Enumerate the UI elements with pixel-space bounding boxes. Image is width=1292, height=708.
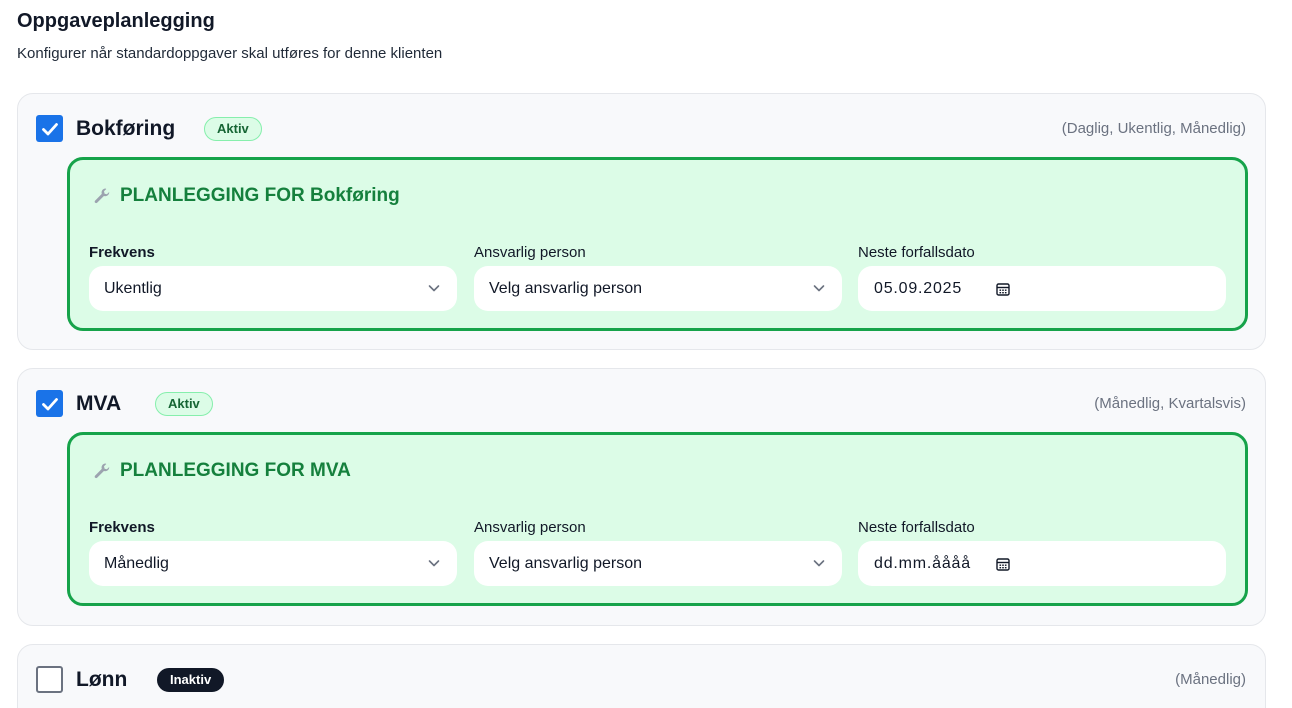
due-date-value: 05.09.2025 <box>874 280 963 297</box>
calendar-icon[interactable] <box>995 281 1011 297</box>
chevron-down-icon <box>428 560 440 567</box>
frequency-value: Ukentlig <box>104 280 162 297</box>
due-date-value: dd.mm.åååå <box>874 555 971 572</box>
planning-panel-mva: PLANLEGGING FOR MVA Frekvens Månedlig An… <box>67 432 1248 606</box>
status-badge: Aktiv <box>155 392 213 416</box>
task-name: Lønn <box>76 668 128 691</box>
task-checkbox-lonn[interactable] <box>36 666 63 693</box>
chevron-down-icon <box>428 285 440 292</box>
chevron-down-icon <box>813 560 825 567</box>
task-checkbox-bokforing[interactable] <box>36 115 63 142</box>
task-card-mva: MVA Aktiv (Månedlig, Kvartalsvis) PLANLE… <box>17 368 1266 626</box>
task-card-lonn: Lønn Inaktiv (Månedlig) <box>17 644 1266 708</box>
due-date-input[interactable]: dd.mm.åååå <box>858 541 1226 586</box>
task-frequencies: (Månedlig) <box>1175 671 1246 688</box>
due-date-input[interactable]: 05.09.2025 <box>858 266 1226 311</box>
due-date-label: Neste forfallsdato <box>858 519 975 536</box>
chevron-down-icon <box>813 285 825 292</box>
planning-title: PLANLEGGING FOR Bokføring <box>92 182 400 210</box>
page-subtitle: Konfigurer når standardoppgaver skal utf… <box>17 45 443 62</box>
check-icon <box>41 397 58 410</box>
calendar-icon[interactable] <box>995 556 1011 572</box>
responsible-value: Velg ansvarlig person <box>489 555 642 572</box>
planning-title-text: PLANLEGGING FOR Bokføring <box>120 185 400 206</box>
task-card-header: Bokføring Aktiv (Daglig, Ukentlig, Måned… <box>36 114 1246 142</box>
wrench-icon <box>94 188 110 204</box>
status-badge: Inaktiv <box>157 668 225 692</box>
task-frequencies: (Månedlig, Kvartalsvis) <box>1094 395 1246 412</box>
planning-panel-bokforing: PLANLEGGING FOR Bokføring Frekvens Ukent… <box>67 157 1248 331</box>
responsible-label: Ansvarlig person <box>474 519 586 536</box>
responsible-field: Ansvarlig person Velg ansvarlig person <box>474 242 842 311</box>
frequency-label: Frekvens <box>89 519 155 536</box>
task-frequencies: (Daglig, Ukentlig, Månedlig) <box>1061 120 1246 137</box>
task-name: Bokføring <box>76 117 176 140</box>
task-checkbox-mva[interactable] <box>36 390 63 417</box>
frequency-value: Månedlig <box>104 555 169 572</box>
responsible-field: Ansvarlig person Velg ansvarlig person <box>474 517 842 586</box>
planning-title: PLANLEGGING FOR MVA <box>92 457 351 485</box>
task-card-header: MVA Aktiv (Månedlig, Kvartalsvis) <box>36 389 1246 417</box>
task-card-bokforing: Bokføring Aktiv (Daglig, Ukentlig, Måned… <box>17 93 1266 350</box>
due-date-field: Neste forfallsdato dd.mm.åååå <box>858 517 1226 586</box>
frequency-select[interactable]: Månedlig <box>89 541 457 586</box>
task-name: MVA <box>76 392 122 415</box>
responsible-select[interactable]: Velg ansvarlig person <box>474 541 842 586</box>
due-date-field: Neste forfallsdato 05.09.2025 <box>858 242 1226 311</box>
wrench-icon <box>94 463 110 479</box>
responsible-select[interactable]: Velg ansvarlig person <box>474 266 842 311</box>
frequency-label: Frekvens <box>89 244 155 261</box>
task-card-header: Lønn Inaktiv (Månedlig) <box>36 665 1246 693</box>
status-badge: Aktiv <box>204 117 262 141</box>
page-title: Oppgaveplanlegging <box>17 10 215 32</box>
responsible-label: Ansvarlig person <box>474 244 586 261</box>
frequency-field: Frekvens Månedlig <box>89 517 457 586</box>
planning-title-text: PLANLEGGING FOR MVA <box>120 460 351 481</box>
frequency-select[interactable]: Ukentlig <box>89 266 457 311</box>
responsible-value: Velg ansvarlig person <box>489 280 642 297</box>
due-date-label: Neste forfallsdato <box>858 244 975 261</box>
check-icon <box>41 122 58 135</box>
frequency-field: Frekvens Ukentlig <box>89 242 457 311</box>
